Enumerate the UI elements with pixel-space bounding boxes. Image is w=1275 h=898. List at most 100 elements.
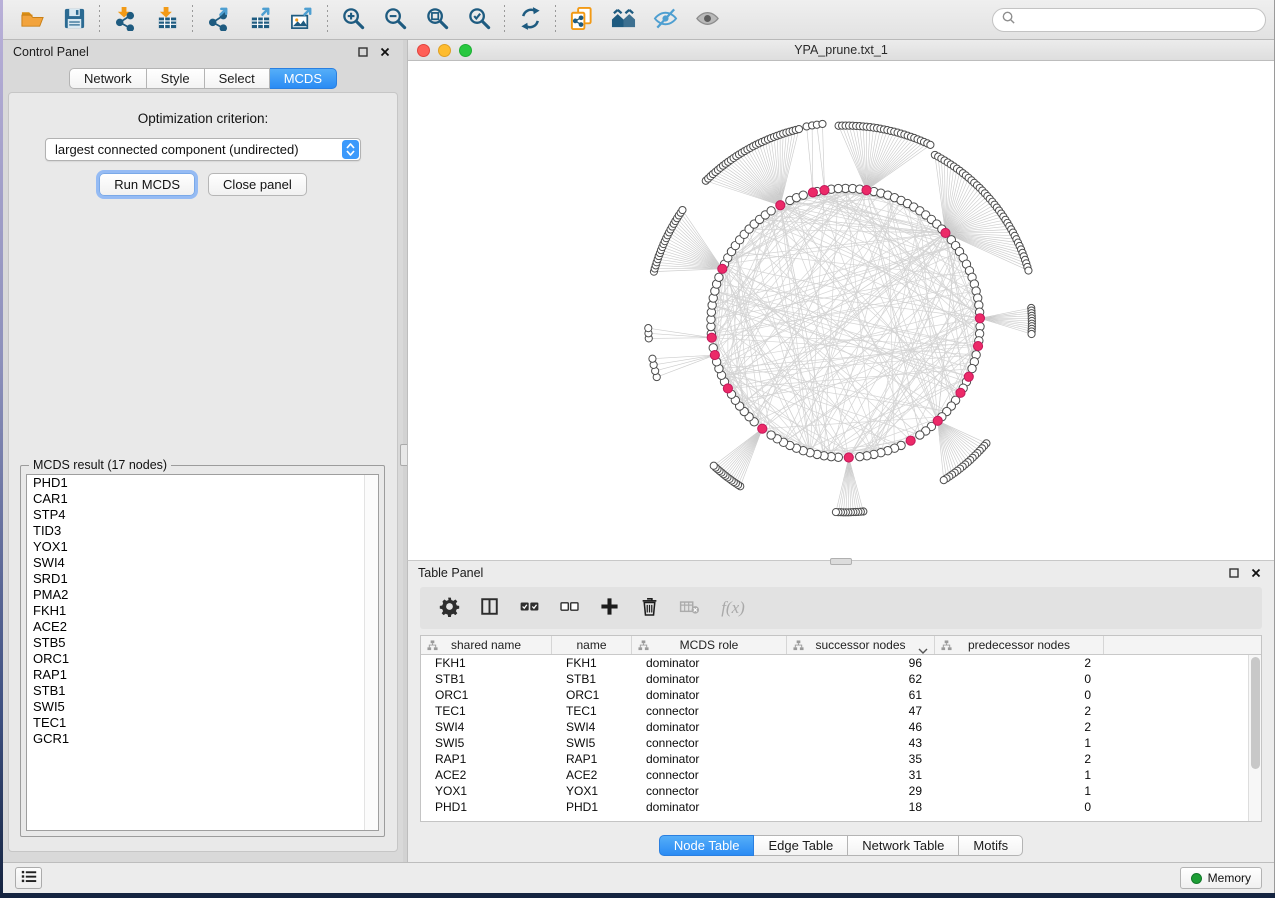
cell[interactable]: PHD1 (421, 799, 552, 815)
cell[interactable]: 2 (935, 751, 1104, 767)
network-node[interactable] (710, 462, 717, 469)
cell[interactable]: dominator (632, 751, 787, 767)
task-history-button[interactable] (15, 867, 42, 889)
mcds-result-item[interactable]: FKH1 (27, 603, 378, 619)
horizontal-splitter-handle[interactable] (830, 558, 852, 565)
cell[interactable]: dominator (632, 687, 787, 703)
table-scrollbar[interactable] (1248, 655, 1261, 821)
table-row[interactable]: PHD1PHD1dominator180 (421, 799, 1248, 815)
cell[interactable]: TEC1 (421, 703, 552, 719)
tab-motifs[interactable]: Motifs (959, 835, 1023, 856)
zoom-in-button[interactable] (332, 3, 374, 37)
cell[interactable]: SWI5 (552, 735, 632, 751)
network-hub-node[interactable] (975, 314, 984, 323)
cell[interactable]: dominator (632, 655, 787, 671)
tab-edge-table[interactable]: Edge Table (754, 835, 848, 856)
criterion-dropdown[interactable]: largest connected component (undirected) (45, 138, 361, 161)
show-all-button[interactable] (686, 3, 728, 37)
network-node[interactable] (916, 431, 924, 439)
column-header-name[interactable]: name (552, 636, 632, 654)
cell[interactable]: 1 (935, 783, 1104, 799)
cell[interactable]: FKH1 (421, 655, 552, 671)
network-node[interactable] (834, 184, 842, 192)
run-mcds-button[interactable]: Run MCDS (99, 173, 195, 196)
cell[interactable]: 18 (787, 799, 935, 815)
cell[interactable]: 29 (787, 783, 935, 799)
select-all-rows-button[interactable] (514, 593, 544, 623)
search-input[interactable] (1021, 13, 1257, 27)
network-node[interactable] (767, 207, 775, 215)
cell[interactable]: 96 (787, 655, 935, 671)
open-file-button[interactable] (11, 3, 53, 37)
mcds-result-item[interactable]: PHD1 (27, 475, 378, 491)
column-header-predecessor-nodes[interactable]: predecessor nodes (935, 636, 1104, 654)
network-hub-node[interactable] (964, 372, 973, 381)
network-from-selection-button[interactable] (560, 3, 602, 37)
mcds-result-item[interactable]: GCR1 (27, 731, 378, 747)
table-row[interactable]: FKH1FKH1dominator962 (421, 655, 1248, 671)
minimize-window-icon[interactable] (438, 44, 451, 57)
cell[interactable]: 0 (935, 671, 1104, 687)
cell[interactable]: 61 (787, 687, 935, 703)
cell[interactable]: connector (632, 735, 787, 751)
network-node[interactable] (645, 325, 652, 332)
import-table-button[interactable] (146, 3, 188, 37)
network-hub-node[interactable] (844, 453, 853, 462)
show-columns-button[interactable] (474, 593, 504, 623)
network-node[interactable] (927, 141, 934, 148)
network-node[interactable] (799, 191, 807, 199)
tab-select[interactable]: Select (205, 68, 270, 89)
mcds-result-item[interactable]: RAP1 (27, 667, 378, 683)
cell[interactable]: 0 (935, 799, 1104, 815)
network-window-titlebar[interactable]: YPA_prune.txt_1 (408, 40, 1274, 61)
network-hub-node[interactable] (710, 350, 719, 359)
network-node[interactable] (819, 120, 826, 127)
mcds-result-item[interactable]: SRD1 (27, 571, 378, 587)
cell[interactable]: SWI4 (552, 719, 632, 735)
deselect-all-rows-button[interactable] (554, 593, 584, 623)
table-row[interactable]: YOX1YOX1connector291 (421, 783, 1248, 799)
network-hub-node[interactable] (820, 186, 829, 195)
cell[interactable]: ACE2 (421, 767, 552, 783)
cell[interactable]: 31 (787, 767, 935, 783)
mcds-result-item[interactable]: ACE2 (27, 619, 378, 635)
cell[interactable]: SWI4 (421, 719, 552, 735)
network-node[interactable] (679, 206, 686, 213)
network-node[interactable] (856, 453, 864, 461)
cell[interactable]: TEC1 (552, 703, 632, 719)
table-mode-button[interactable] (434, 593, 464, 623)
tab-network[interactable]: Network (69, 68, 147, 89)
cell[interactable]: PHD1 (552, 799, 632, 815)
mcds-result-item[interactable]: STB5 (27, 635, 378, 651)
network-hub-node[interactable] (973, 341, 982, 350)
cell[interactable]: 0 (935, 687, 1104, 703)
export-network-button[interactable] (197, 3, 239, 37)
mcds-result-item[interactable]: SWI4 (27, 555, 378, 571)
cell[interactable]: 2 (935, 655, 1104, 671)
network-node[interactable] (1025, 267, 1032, 274)
network-canvas[interactable] (408, 61, 1274, 559)
cell[interactable]: RAP1 (552, 751, 632, 767)
cell[interactable]: RAP1 (421, 751, 552, 767)
cell[interactable]: 47 (787, 703, 935, 719)
table-row[interactable]: SWI5SWI5connector431 (421, 735, 1248, 751)
column-header-successor-nodes[interactable]: successor nodes (787, 636, 935, 654)
create-column-button[interactable] (594, 593, 624, 623)
cell[interactable]: dominator (632, 671, 787, 687)
close-table-panel-icon[interactable] (1248, 565, 1264, 581)
network-node[interactable] (968, 364, 976, 372)
column-header-shared-name[interactable]: shared name (421, 636, 552, 654)
memory-button[interactable]: Memory (1180, 867, 1262, 889)
table-row[interactable]: ORC1ORC1dominator610 (421, 687, 1248, 703)
cell[interactable]: 43 (787, 735, 935, 751)
network-node[interactable] (940, 477, 947, 484)
network-hub-node[interactable] (776, 201, 785, 210)
network-hub-node[interactable] (758, 424, 767, 433)
network-hub-node[interactable] (723, 384, 732, 393)
maximize-window-icon[interactable] (459, 44, 472, 57)
network-hub-node[interactable] (862, 186, 871, 195)
network-hub-node[interactable] (808, 188, 817, 197)
table-row[interactable]: RAP1RAP1dominator352 (421, 751, 1248, 767)
cell[interactable]: ACE2 (552, 767, 632, 783)
network-node[interactable] (715, 273, 723, 281)
